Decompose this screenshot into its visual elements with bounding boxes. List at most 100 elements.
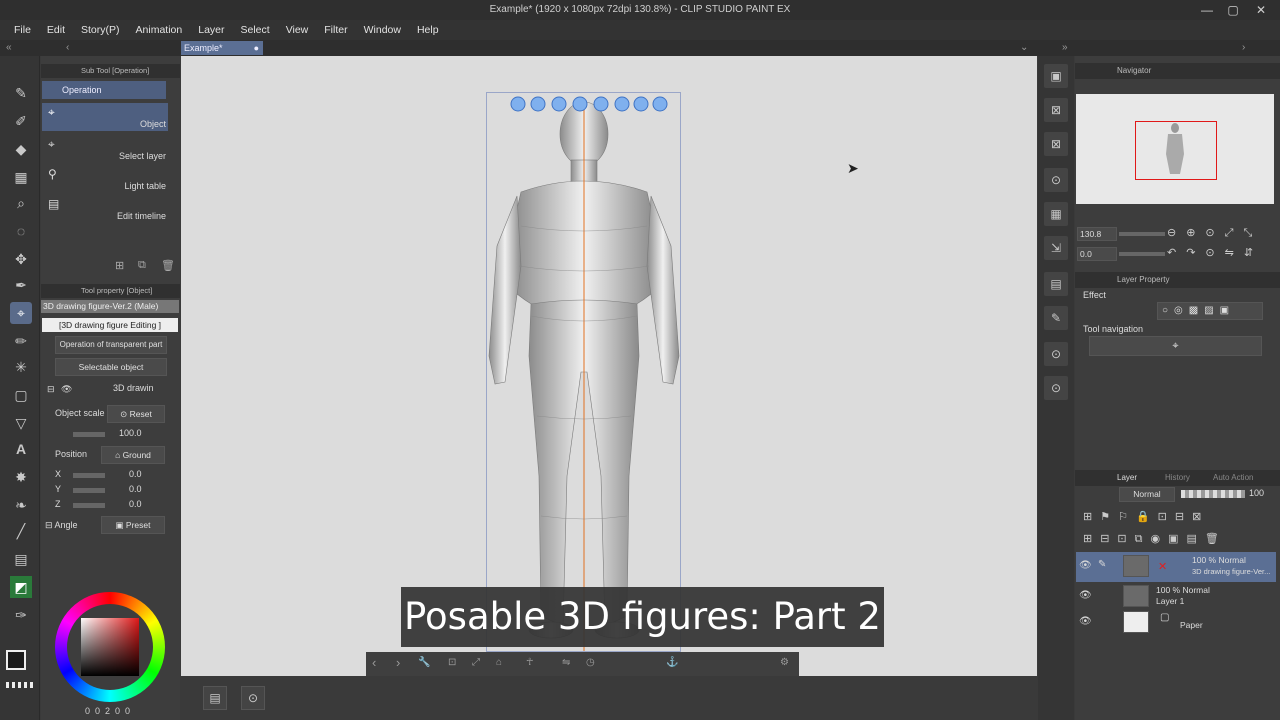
effect-buttons[interactable]: ○◎▩▨▣ <box>1157 302 1263 320</box>
grid-icon[interactable]: ▦ <box>1044 202 1068 226</box>
rotation-field[interactable]: 0.0 <box>1077 247 1117 261</box>
layer-visibility-icon[interactable]: 👁 <box>1079 560 1092 571</box>
fill-tool-icon[interactable]: ◆ <box>10 138 32 160</box>
transparent-color-icon[interactable] <box>6 682 34 688</box>
ruler-tool-icon[interactable]: ◩ <box>10 576 32 598</box>
menu-filter[interactable]: Filter <box>316 20 355 40</box>
prev-icon[interactable]: ‹ <box>372 656 376 670</box>
eyedropper-tool-icon[interactable]: ✒ <box>10 274 32 296</box>
chevron-down-icon[interactable]: ⌄ <box>1020 41 1028 55</box>
scale-value[interactable]: 100.0 <box>119 428 142 438</box>
close-button[interactable]: ✕ <box>1250 2 1272 18</box>
color-wheel[interactable] <box>55 592 165 702</box>
rect-select-icon[interactable]: ▢ <box>10 384 32 406</box>
minimize-button[interactable]: — <box>1196 2 1218 18</box>
export-icon[interactable]: ⇲ <box>1044 236 1068 260</box>
layer-row-paper[interactable]: 👁 ▢ Paper <box>1076 608 1276 638</box>
menu-animation[interactable]: Animation <box>128 20 191 40</box>
layer-visibility-icon[interactable]: 👁 <box>1079 590 1092 601</box>
vector-tool-icon[interactable]: ▽ <box>10 412 32 434</box>
sub-tool-group-operation[interactable]: Operation <box>42 81 166 99</box>
material-icon[interactable]: ▣ <box>1044 64 1068 88</box>
z-slider[interactable] <box>73 503 105 508</box>
tab-history[interactable]: History <box>1165 473 1190 482</box>
rotate-controls-icons[interactable]: ↶↷⊙⇋⇵ <box>1167 246 1263 259</box>
ground-button[interactable]: ⌂ Ground <box>101 446 165 464</box>
text-tool-icon[interactable]: A <box>10 438 32 460</box>
flip-icon[interactable]: ⇋ <box>562 656 570 670</box>
camera2-icon[interactable]: ⊙ <box>1044 342 1068 366</box>
next-icon[interactable]: › <box>396 656 400 670</box>
gradient-tool-icon[interactable]: ▤ <box>10 548 32 570</box>
sub-tool-select-layer[interactable]: ⌖ Select layer <box>42 136 168 164</box>
figure-tool-icon[interactable]: ❧ <box>10 494 32 516</box>
tab-close-icon[interactable]: ● <box>254 41 259 55</box>
menu-select[interactable]: Select <box>233 20 278 40</box>
pattern-tool-icon[interactable]: ▦ <box>10 166 32 188</box>
collapse-left-icon[interactable]: « <box>6 41 12 55</box>
snapshot-icon[interactable]: ⊙ <box>1044 168 1068 192</box>
preset-dropdown[interactable]: ▣ Preset <box>101 516 165 534</box>
document-tab[interactable]: Example* ● <box>181 41 263 55</box>
rotation-slider[interactable] <box>1119 252 1165 256</box>
zoom-field[interactable]: 130.8 <box>1077 227 1117 241</box>
transparent-op-dropdown[interactable]: Operation of transparent part <box>55 336 167 354</box>
pen-tool-icon[interactable]: ✎ <box>10 82 32 104</box>
y-slider[interactable] <box>73 488 105 493</box>
tab-auto-action[interactable]: Auto Action <box>1213 473 1253 482</box>
sub-tool-edit-timeline[interactable]: ▤ Edit timeline <box>42 196 168 224</box>
lock-icon[interactable]: ⚓ <box>666 656 678 670</box>
edit-icon[interactable]: ✎ <box>1044 306 1068 330</box>
lasso-tool-icon[interactable]: ◌ <box>10 220 32 242</box>
tab-layer[interactable]: Layer <box>1117 473 1137 482</box>
menu-story[interactable]: Story(P) <box>73 20 128 40</box>
menu-view[interactable]: View <box>278 20 317 40</box>
settings-icon[interactable]: ⚙ <box>780 656 789 670</box>
pencil-tool-icon[interactable]: ✏ <box>10 330 32 352</box>
pose-icon[interactable]: ☥ <box>526 656 533 670</box>
main-color-swatch[interactable] <box>6 650 26 670</box>
chevron-left-icon[interactable]: ‹ <box>66 41 69 55</box>
layer-toolbar-icons[interactable]: ⊞⚑⚐🔒⊡⊟⊠ <box>1083 510 1209 523</box>
operation-tool-icon[interactable]: ⌖ <box>10 302 32 324</box>
camera-icon[interactable]: ⊙ <box>241 686 265 710</box>
opacity-value[interactable]: 100 <box>1249 488 1264 498</box>
eye-icon[interactable]: 👁 <box>61 384 72 395</box>
menu-layer[interactable]: Layer <box>190 20 232 40</box>
sub-tool-add-icon[interactable]: ⊞ <box>115 259 124 272</box>
camera-angle-icon[interactable]: ⊡ <box>448 656 456 670</box>
tree-collapse-icon[interactable]: ⊟ <box>47 384 55 395</box>
spray-tool-icon[interactable]: ✳ <box>10 356 32 378</box>
z-value[interactable]: 0.0 <box>129 499 142 509</box>
zoom-tool-icon[interactable]: ⌕ <box>10 192 32 214</box>
line-tool-icon[interactable]: ╱ <box>10 520 32 542</box>
y-value[interactable]: 0.0 <box>129 484 142 494</box>
menu-file[interactable]: File <box>6 20 39 40</box>
move-tool-icon[interactable]: ✥ <box>10 248 32 270</box>
sub-tool-delete-icon[interactable]: 🗑 <box>161 259 175 272</box>
menu-edit[interactable]: Edit <box>39 20 73 40</box>
layer-row-3d[interactable]: 👁 ✎ ✕ 100 % Normal 3D drawing figure-Ver… <box>1076 552 1276 582</box>
sub-tool-object[interactable]: ⌖ Object <box>42 103 168 131</box>
x-value[interactable]: 0.0 <box>129 469 142 479</box>
brush-tool-icon[interactable]: ✐ <box>10 110 32 132</box>
zoom-slider[interactable] <box>1119 232 1165 236</box>
sub-tool-light-table[interactable]: ⚲ Light table <box>42 166 168 194</box>
delete-panel-icon[interactable]: ⊠ <box>1044 132 1068 156</box>
saturation-value-square[interactable] <box>81 618 139 676</box>
ground-snap-icon[interactable]: ⌂ <box>496 656 502 670</box>
reset-button[interactable]: ⊙ Reset <box>107 405 165 423</box>
blend-mode-dropdown[interactable]: Normal <box>1119 487 1175 502</box>
menu-window[interactable]: Window <box>356 20 409 40</box>
sub-tool-copy-icon[interactable]: ⧉ <box>138 259 146 272</box>
collapse-right-icon[interactable]: » <box>1062 41 1068 55</box>
camera3-icon[interactable]: ⊙ <box>1044 376 1068 400</box>
film-icon[interactable]: ▤ <box>1044 272 1068 296</box>
layer-visibility-icon[interactable]: 👁 <box>1079 616 1092 627</box>
navigator-view-frame[interactable] <box>1135 121 1217 180</box>
x-slider[interactable] <box>73 473 105 478</box>
fit-icon[interactable]: ⤢ <box>472 656 480 670</box>
opacity-slider[interactable] <box>1181 490 1245 498</box>
scale-slider[interactable] <box>73 432 105 437</box>
reset-pose-icon[interactable]: ◷ <box>586 656 595 670</box>
